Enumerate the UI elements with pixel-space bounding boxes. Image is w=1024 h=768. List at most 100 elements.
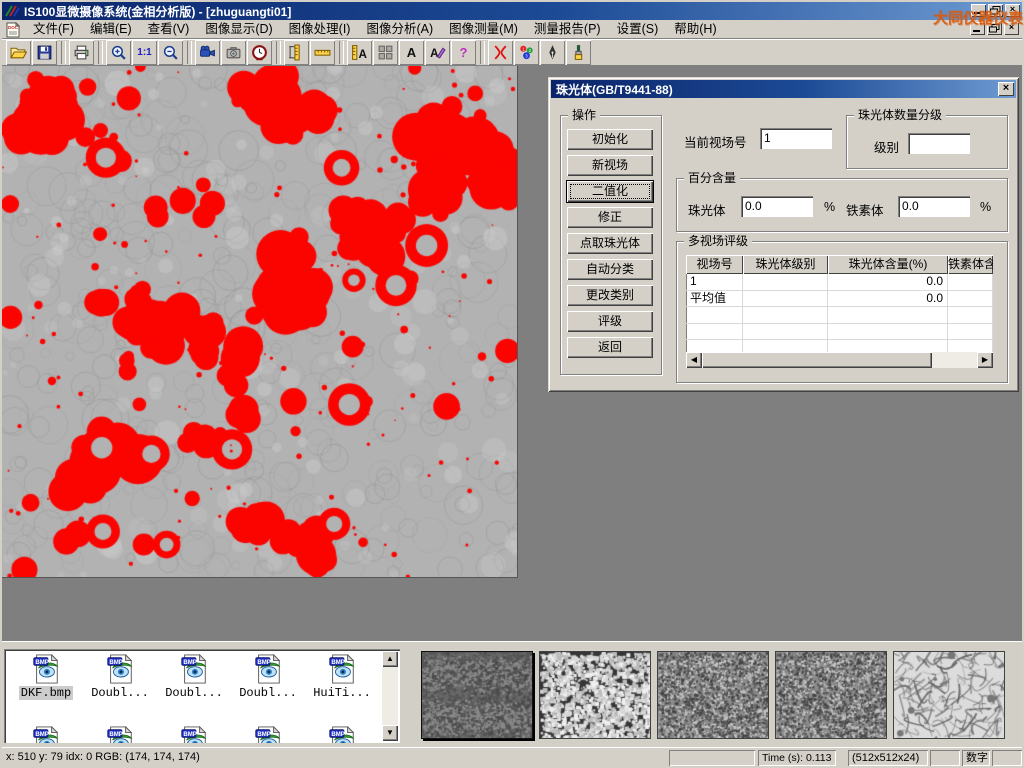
zoom-in-button[interactable]: [106, 40, 131, 65]
op-button-8[interactable]: 返回: [567, 337, 653, 358]
table-header-3[interactable]: 铁素体含量(%): [948, 255, 993, 274]
minimize-button[interactable]: [971, 4, 986, 17]
file-item-4[interactable]: BMPHuiTi...: [306, 654, 378, 700]
photo-camera-button[interactable]: [221, 40, 246, 65]
menu-item-4[interactable]: 图像处理(I): [281, 20, 359, 39]
table-cell: [948, 291, 993, 307]
file-item-3[interactable]: BMPDoubl...: [232, 654, 304, 700]
scrollbar-thumb[interactable]: [702, 352, 932, 368]
classify-button[interactable]: 123: [514, 40, 539, 65]
ruler-button[interactable]: [310, 40, 335, 65]
dialog-close-button[interactable]: ×: [998, 82, 1014, 96]
table-cell: [948, 307, 993, 323]
table-row[interactable]: [686, 340, 993, 352]
caliper-button[interactable]: [284, 40, 309, 65]
pearlite-input[interactable]: 0.0: [741, 196, 813, 217]
op-button-6[interactable]: 更改类别: [567, 285, 653, 306]
op-button-1[interactable]: 新视场: [567, 155, 653, 176]
save-button[interactable]: [32, 40, 57, 65]
zoom-out-button[interactable]: [158, 40, 183, 65]
op-button-0[interactable]: 初始化: [567, 129, 653, 150]
file-name: Doubl...: [163, 686, 225, 700]
ferrite-input[interactable]: 0.0: [898, 196, 970, 217]
table-cell: [828, 340, 948, 352]
help-button[interactable]: ?: [451, 40, 476, 65]
table-row[interactable]: 10.0: [686, 274, 993, 291]
file-item-1[interactable]: BMPDoubl...: [84, 654, 156, 700]
annotate-button[interactable]: A: [425, 40, 450, 65]
pen-button[interactable]: [540, 40, 565, 65]
table-cell: [743, 324, 828, 340]
menu-item-2[interactable]: 查看(V): [140, 20, 198, 39]
op-button-7[interactable]: 评级: [567, 311, 653, 332]
file-list-scrollbar[interactable]: ▲ ▼: [382, 651, 398, 741]
sample-thumbnail-0[interactable]: [421, 651, 533, 739]
table-header-0[interactable]: 视场号: [686, 255, 743, 274]
menu-item-0[interactable]: 文件(F): [25, 20, 82, 39]
file-item-row2-2[interactable]: BMP: [158, 726, 230, 743]
file-item-0[interactable]: BMPDKF.bmp: [10, 654, 82, 700]
file-item-row2-1[interactable]: BMP: [84, 726, 156, 743]
menu-item-5[interactable]: 图像分析(A): [358, 20, 441, 39]
video-camera-button[interactable]: [195, 40, 220, 65]
one-to-one-button[interactable]: 1:1: [132, 40, 157, 65]
measure-text-button[interactable]: A: [347, 40, 372, 65]
curve-cut-button[interactable]: [488, 40, 513, 65]
photo-camera-icon: [225, 44, 242, 61]
svg-text:BMP: BMP: [257, 731, 271, 738]
scroll-up-button[interactable]: ▲: [382, 651, 398, 667]
table-row[interactable]: 平均值0.0: [686, 291, 993, 308]
current-field-input[interactable]: 1: [760, 128, 832, 149]
scroll-down-button[interactable]: ▼: [382, 725, 398, 741]
print-button[interactable]: [69, 40, 94, 65]
svg-text:BMP: BMP: [331, 731, 345, 738]
mdi-minimize-button[interactable]: [970, 22, 985, 35]
sample-thumbnail-3[interactable]: [775, 651, 887, 739]
table-header-1[interactable]: 珠光体级别: [743, 255, 828, 274]
svg-text:BMP: BMP: [35, 659, 49, 666]
grade-input[interactable]: [908, 133, 970, 154]
multifield-table[interactable]: 视场号珠光体级别珠光体含量(%)铁素体含量(%)10.0平均值0.0: [686, 255, 993, 352]
file-item-row2-3[interactable]: BMP: [232, 726, 304, 743]
sample-thumbnail-2[interactable]: [657, 651, 769, 739]
file-item-row2-0[interactable]: BMP: [10, 726, 82, 743]
table-horizontal-scrollbar[interactable]: ◀ ▶: [686, 352, 993, 368]
timer-button[interactable]: [247, 40, 272, 65]
menu-item-7[interactable]: 测量报告(P): [526, 20, 609, 39]
scroll-left-button[interactable]: ◀: [686, 352, 702, 368]
scroll-right-button[interactable]: ▶: [977, 352, 993, 368]
file-item-2[interactable]: BMPDoubl...: [158, 654, 230, 700]
menu-item-1[interactable]: 编辑(E): [82, 20, 140, 39]
file-item-row2-4[interactable]: BMP: [306, 726, 378, 743]
metallographic-image[interactable]: [1, 66, 518, 578]
dialog-title-bar[interactable]: 珠光体(GB/T9441-88): [551, 80, 1016, 98]
mdi-restore-button[interactable]: [987, 22, 1002, 35]
op-button-2[interactable]: 二值化: [567, 181, 653, 202]
file-list[interactable]: BMPBMPHuiTi...BMPBMPDoubl...BMPBMPDoubl.…: [4, 649, 400, 743]
bmp-file-icon: BMP: [306, 726, 378, 743]
table-row[interactable]: [686, 324, 993, 341]
menu-item-6[interactable]: 图像测量(M): [441, 20, 526, 39]
zoom-in-icon: [110, 44, 127, 61]
table-header-2[interactable]: 珠光体含量(%): [828, 255, 948, 274]
sample-thumbnail-1[interactable]: [539, 651, 651, 739]
sample-thumbnail-4[interactable]: [893, 651, 1005, 739]
text-button[interactable]: A: [399, 40, 424, 65]
brush-button[interactable]: [566, 40, 591, 65]
menu-item-8[interactable]: 设置(S): [609, 20, 667, 39]
op-button-3[interactable]: 修正: [567, 207, 653, 228]
table-cell: [948, 324, 993, 340]
grid-button[interactable]: [373, 40, 398, 65]
menu-item-3[interactable]: 图像显示(D): [197, 20, 280, 39]
close-button[interactable]: ×: [1005, 4, 1020, 17]
annotate-icon: A: [429, 44, 446, 61]
mdi-close-button[interactable]: ×: [1004, 22, 1019, 35]
restore-button[interactable]: [988, 4, 1003, 17]
op-button-5[interactable]: 自动分类: [567, 259, 653, 280]
measure-text-icon: A: [351, 44, 368, 61]
open-button[interactable]: [6, 40, 31, 65]
menu-item-9[interactable]: 帮助(H): [666, 20, 724, 39]
table-row[interactable]: [686, 307, 993, 324]
op-button-4[interactable]: 点取珠光体: [567, 233, 653, 254]
document-icon[interactable]: DOC: [5, 22, 21, 38]
